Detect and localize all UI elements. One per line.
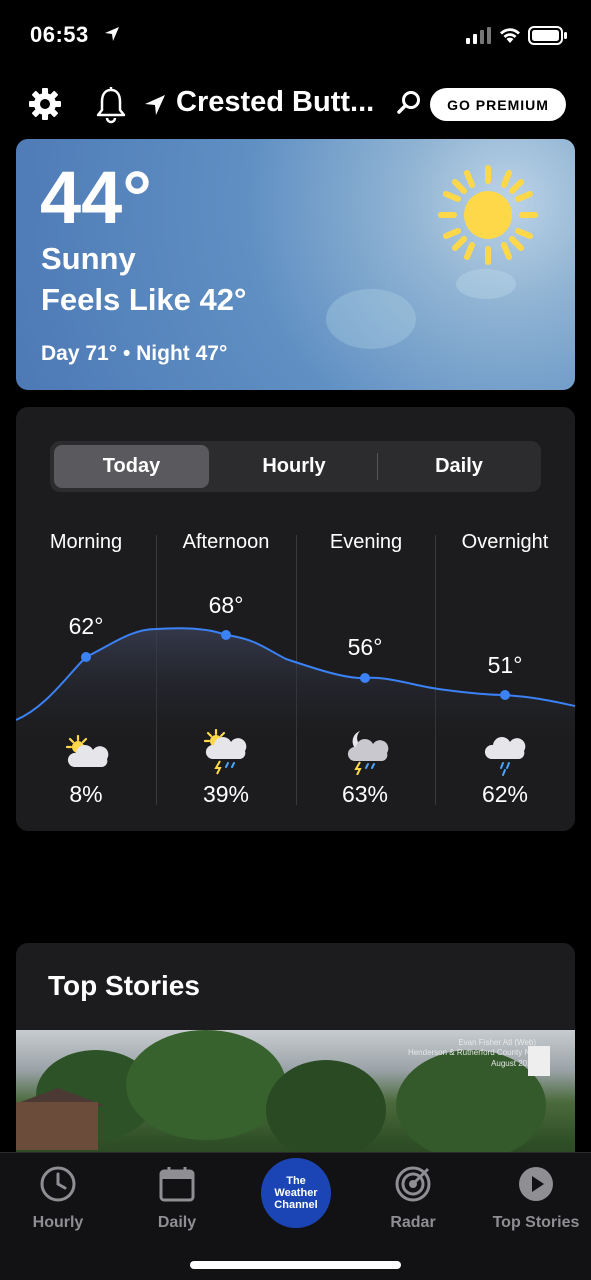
house: [16, 1102, 98, 1150]
period-label-afternoon: Afternoon: [182, 531, 270, 553]
status-bar: 06:53: [0, 0, 591, 70]
period-label-morning: Morning: [49, 531, 123, 553]
tab-label: Top Stories: [492, 1214, 580, 1231]
current-temperature: 44°: [40, 156, 152, 239]
period-label-overnight: Overnight: [461, 531, 549, 553]
gear-icon[interactable]: [27, 86, 63, 122]
status-time: 06:53: [30, 22, 89, 47]
tab-label: Daily: [157, 1214, 197, 1231]
twc-watermark: [528, 1046, 550, 1076]
caption-line: Evan Fisher Atl (Web): [458, 1038, 536, 1047]
tree: [126, 1030, 286, 1140]
segment-divider: [377, 453, 378, 480]
temp-morning: 62°: [68, 613, 104, 639]
precip-morning: 8%: [69, 781, 103, 807]
tab-radar-nav[interactable]: Radar: [363, 1165, 463, 1232]
battery-icon: [528, 26, 567, 45]
bell-icon[interactable]: [95, 86, 127, 124]
temp-evening: 56°: [347, 634, 383, 660]
radar-icon: [395, 1166, 431, 1202]
current-conditions-card[interactable]: 44° Sunny Feels Like 42° Day 71° • Night…: [16, 139, 575, 390]
twc-logo-button[interactable]: The Weather Channel: [261, 1158, 331, 1228]
precip-overnight: 62%: [481, 781, 529, 807]
top-stories-card: Top Stories Evan Fisher Atl (Web) Hender…: [16, 943, 575, 1183]
tab-daily-nav[interactable]: Daily: [127, 1165, 227, 1232]
search-icon[interactable]: [396, 90, 422, 116]
logo-word: Channel: [274, 1199, 318, 1212]
tab-daily[interactable]: Daily: [380, 445, 538, 488]
thunderstorm-sun-icon: [204, 729, 247, 775]
precip-afternoon: 39%: [202, 781, 250, 807]
feels-like-temperature: Feels Like 42°: [41, 282, 247, 317]
app-header: Crested Butt... GO PREMIUM: [0, 80, 591, 130]
day-night-temperatures: Day 71° • Night 47°: [41, 342, 228, 365]
bottom-tab-bar: Hourly Daily The Weather Channel Radar Top…: [0, 1152, 591, 1280]
location-arrow-icon: [145, 95, 165, 115]
tab-label: Hourly: [32, 1214, 84, 1231]
current-condition: Sunny: [41, 241, 136, 276]
go-premium-button[interactable]: GO PREMIUM: [430, 88, 566, 121]
caption-line: August 2021: [491, 1058, 536, 1068]
temp-afternoon: 68°: [208, 592, 244, 618]
logo-word: The: [286, 1174, 306, 1187]
clock-icon: [40, 1166, 76, 1202]
tab-top-stories-nav[interactable]: Top Stories: [481, 1165, 591, 1232]
tab-label: Radar: [390, 1214, 436, 1231]
play-icon: [519, 1167, 553, 1201]
location-name[interactable]: Crested Butt...: [176, 86, 374, 119]
cellular-signal-icon: [466, 27, 491, 44]
wifi-icon: [500, 28, 520, 43]
temperature-point-overnight: [500, 690, 510, 700]
forecast-card: Today Hourly Daily Morning Afternoon Eve…: [16, 407, 575, 831]
home-indicator: [190, 1261, 401, 1269]
forecast-segmented-control: Today Hourly Daily: [50, 441, 541, 492]
calendar-icon: [159, 1167, 195, 1202]
image-caption: Evan Fisher Atl (Web) Henderson & Ruther…: [376, 1038, 536, 1069]
tab-hourly[interactable]: Hourly: [213, 445, 375, 488]
tree: [266, 1060, 386, 1160]
tab-hourly-nav[interactable]: Hourly: [8, 1165, 108, 1232]
temperature-point-morning: [81, 652, 91, 662]
lens-flare: [326, 289, 416, 349]
thunderstorm-night-icon: [347, 731, 389, 775]
lens-flare: [456, 269, 516, 299]
caption-line: Henderson & Rutherford County NC: [407, 1048, 536, 1058]
logo-word: Weather: [274, 1186, 318, 1199]
temperature-point-afternoon: [221, 630, 231, 640]
partly-cloudy-icon: [65, 735, 109, 767]
precip-evening: 63%: [341, 781, 389, 807]
period-label-evening: Evening: [329, 531, 403, 553]
tab-today[interactable]: Today: [54, 445, 209, 488]
top-stories-title: Top Stories: [48, 970, 200, 1001]
temperature-point-evening: [360, 673, 370, 683]
location-services-icon: [105, 27, 119, 41]
sun-icon: [438, 165, 538, 265]
rain-cloud-icon: [484, 737, 526, 776]
temp-overnight: 51°: [487, 652, 523, 678]
